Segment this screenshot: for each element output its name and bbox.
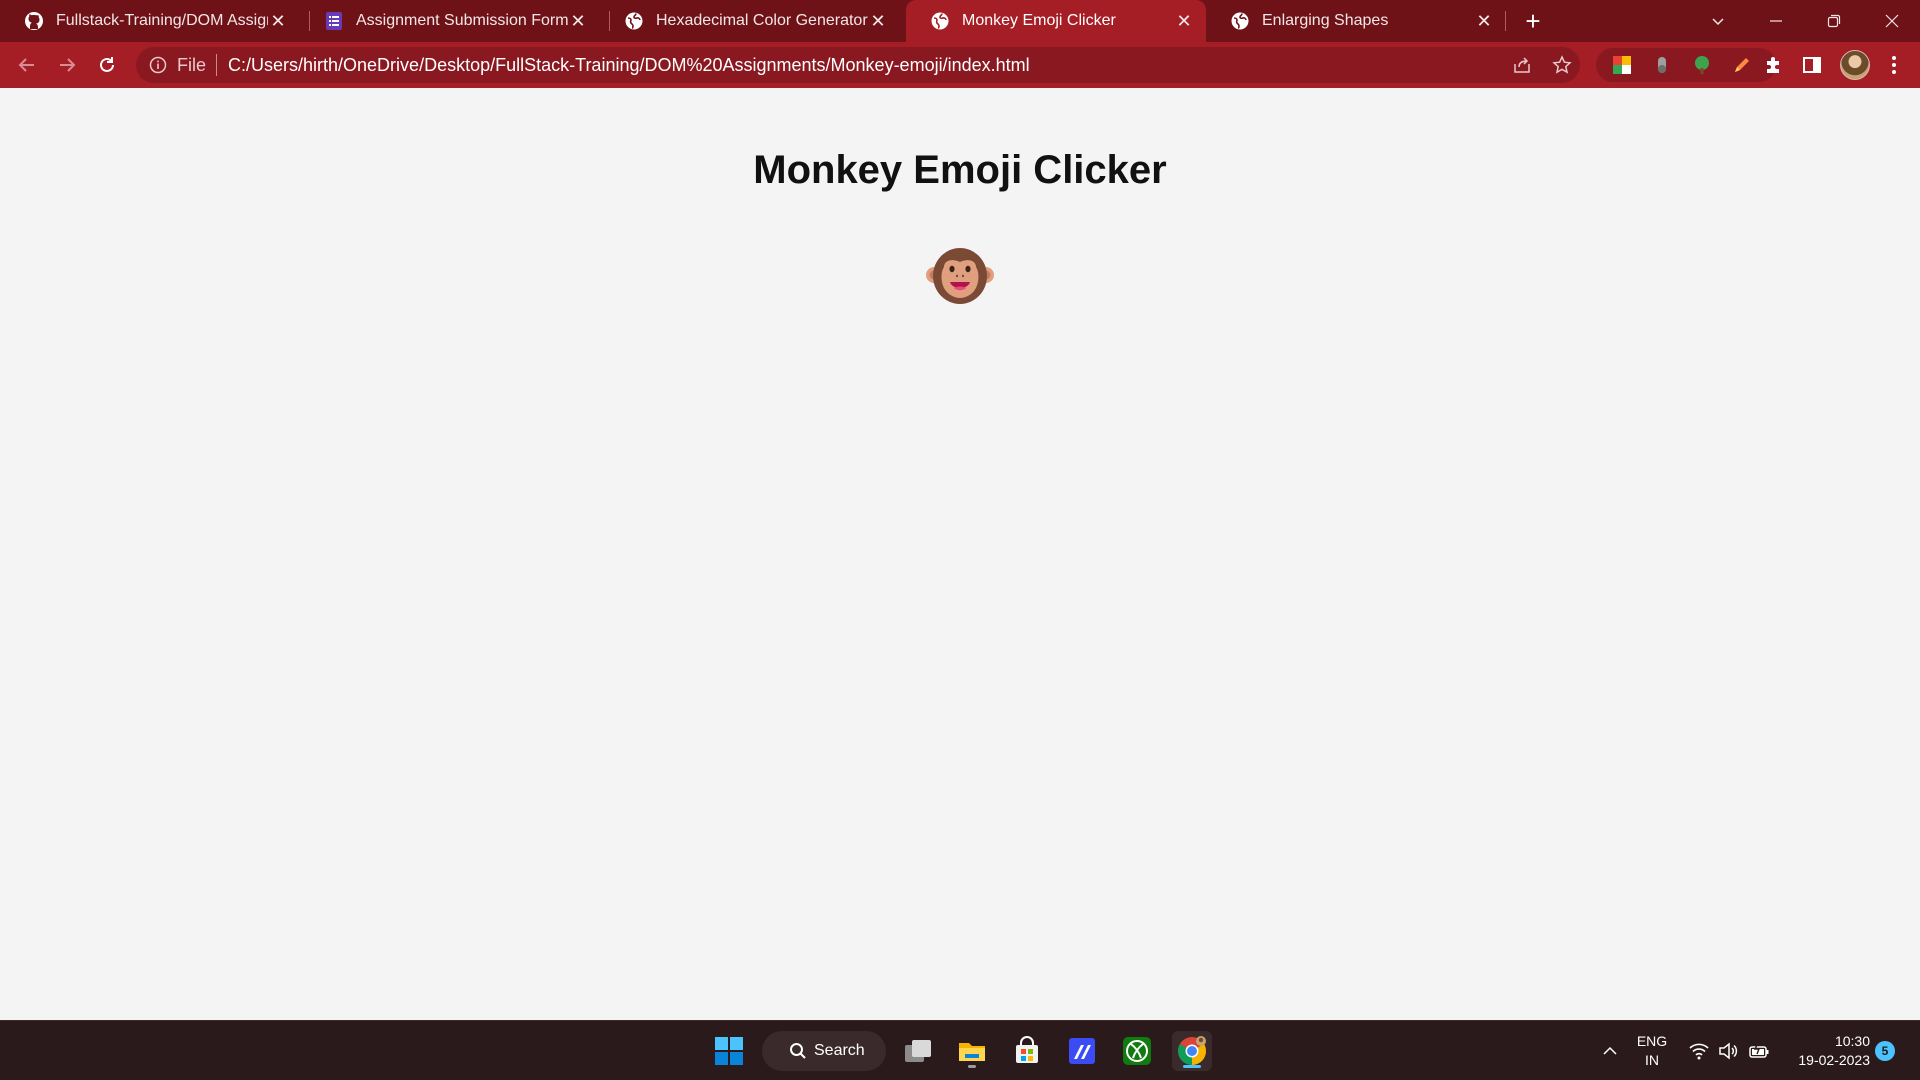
tab-assignment-form[interactable]: Assignment Submission Form-17 ✕: [300, 0, 600, 42]
system-clock[interactable]: 10:30 19-02-2023: [1776, 1032, 1870, 1070]
monkey-emoji-button[interactable]: [926, 245, 994, 307]
page-title: Monkey Emoji Clicker: [753, 148, 1167, 192]
chrome-icon[interactable]: [1172, 1031, 1212, 1071]
globe-icon: [930, 11, 950, 31]
browser-toolbar: File C:/Users/hirth/OneDrive/Desktop/Ful…: [0, 42, 1920, 88]
close-icon[interactable]: ✕: [868, 11, 888, 31]
tab-separator: [1505, 11, 1506, 31]
close-window-button[interactable]: [1864, 0, 1920, 42]
extensions-puzzle-icon[interactable]: [1762, 54, 1784, 76]
info-icon[interactable]: [148, 55, 168, 75]
divider: [216, 54, 218, 76]
notification-badge[interactable]: 5: [1875, 1041, 1895, 1061]
task-view-icon[interactable]: [898, 1031, 938, 1071]
close-icon[interactable]: ✕: [1174, 11, 1194, 31]
scheme-label: File: [177, 54, 207, 75]
tab-search-dropdown-icon[interactable]: [1690, 0, 1746, 42]
extension-capsule-icon[interactable]: [1652, 55, 1672, 75]
taskbar: Search ENG IN 10:30 19-02-2023 5: [0, 1020, 1920, 1080]
extension-pen-icon[interactable]: [1732, 55, 1752, 75]
chevron-up-icon[interactable]: [1599, 1040, 1621, 1062]
tab-title: Monkey Emoji Clicker: [962, 12, 1116, 29]
globe-icon: [1230, 11, 1250, 31]
forms-icon: [324, 11, 344, 31]
tab-title: Enlarging Shapes: [1262, 12, 1389, 29]
wifi-icon[interactable]: [1688, 1040, 1710, 1062]
close-icon[interactable]: ✕: [268, 11, 288, 31]
reload-button[interactable]: [91, 49, 123, 81]
monkey-face-icon: [926, 248, 994, 304]
menu-kebab-icon[interactable]: [1883, 54, 1905, 76]
tab-title: Fullstack-Training/DOM Assignm: [56, 12, 268, 29]
search-icon: [788, 1041, 808, 1061]
back-button[interactable]: [11, 49, 43, 81]
tab-hex-color-generator[interactable]: Hexadecimal Color Generator ✕: [600, 0, 900, 42]
active-indicator: [1183, 1065, 1201, 1068]
vpn-app-icon[interactable]: [1062, 1031, 1102, 1071]
windows-start-icon[interactable]: [709, 1031, 749, 1071]
close-icon[interactable]: ✕: [568, 11, 588, 31]
tab-enlarging-shapes[interactable]: Enlarging Shapes ✕: [1206, 0, 1506, 42]
language-indicator[interactable]: ENG IN: [1632, 1032, 1672, 1070]
search-label: Search: [814, 1042, 865, 1059]
minimize-button[interactable]: [1748, 0, 1804, 42]
share-icon[interactable]: [1512, 55, 1532, 75]
github-icon: [24, 11, 44, 31]
xbox-icon[interactable]: [1117, 1031, 1157, 1071]
clock-time: 10:30: [1834, 1033, 1870, 1049]
tab-github[interactable]: Fullstack-Training/DOM Assignm ✕: [0, 0, 300, 42]
volume-icon[interactable]: [1717, 1040, 1739, 1062]
page-content: Monkey Emoji Clicker: [0, 88, 1920, 1020]
forward-button[interactable]: [51, 49, 83, 81]
extension-tree-icon[interactable]: [1692, 55, 1712, 75]
globe-icon: [624, 11, 644, 31]
microsoft-store-icon[interactable]: [1007, 1031, 1047, 1071]
tab-title: Assignment Submission Form-17: [356, 12, 568, 29]
bookmark-star-icon[interactable]: [1552, 55, 1572, 75]
tab-monkey-emoji-clicker[interactable]: Monkey Emoji Clicker ✕: [906, 0, 1206, 42]
region-code: IN: [1645, 1052, 1659, 1068]
language-code: ENG: [1636, 1033, 1668, 1049]
tab-strip: Fullstack-Training/DOM Assignm ✕ Assignm…: [0, 0, 1920, 42]
taskbar-search[interactable]: Search: [762, 1031, 886, 1071]
battery-icon[interactable]: [1748, 1040, 1770, 1062]
extension-color-icon[interactable]: [1612, 55, 1632, 75]
clock-date: 19-02-2023: [1798, 1052, 1870, 1068]
restore-button[interactable]: [1806, 0, 1862, 42]
url-text[interactable]: C:/Users/hirth/OneDrive/Desktop/FullStac…: [228, 55, 1030, 76]
profile-avatar[interactable]: [1840, 50, 1870, 80]
side-panel-icon[interactable]: [1801, 54, 1823, 76]
file-explorer-icon[interactable]: [952, 1031, 992, 1071]
address-bar[interactable]: File C:/Users/hirth/OneDrive/Desktop/Ful…: [136, 47, 1580, 83]
running-indicator: [968, 1065, 976, 1068]
new-tab-button[interactable]: +: [1518, 6, 1548, 36]
tab-title: Hexadecimal Color Generator: [656, 12, 868, 29]
close-icon[interactable]: ✕: [1474, 11, 1494, 31]
extensions-area: [1596, 48, 1776, 82]
